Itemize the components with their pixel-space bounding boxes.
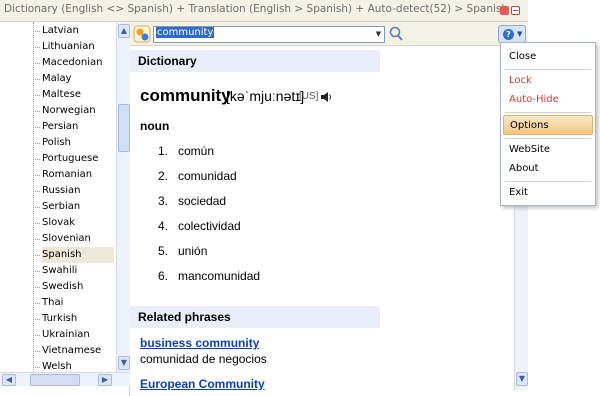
- language-item[interactable]: Macedonian: [33, 55, 114, 71]
- language-item[interactable]: Swahili: [33, 263, 114, 279]
- menu-separator: [505, 69, 591, 70]
- sense-number: 2.: [157, 169, 168, 183]
- sense-translation: colectividad: [178, 219, 241, 233]
- menu-item-website[interactable]: WebSite: [503, 140, 593, 160]
- search-history-dropdown-icon[interactable]: ▼: [373, 26, 385, 43]
- sense-translation: sociedad: [178, 194, 227, 208]
- language-item[interactable]: Lithuanian: [33, 39, 114, 55]
- menu-item-lock[interactable]: Lock: [503, 71, 593, 91]
- scroll-right-icon[interactable]: ▶: [98, 374, 112, 386]
- scroll-thumb[interactable]: [30, 374, 80, 386]
- related-phrase-link[interactable]: European Community: [140, 377, 265, 390]
- minimize-icon[interactable]: [511, 6, 520, 15]
- language-item[interactable]: Latvian: [33, 23, 114, 39]
- menu-item-about[interactable]: About: [503, 159, 593, 179]
- language-item[interactable]: Portuguese: [33, 151, 114, 167]
- main-menu: Close Lock Auto-Hide Options WebSite Abo…: [500, 42, 596, 206]
- sense-number: 5.: [157, 244, 168, 258]
- menu-separator: [505, 181, 591, 182]
- headword: community: [140, 86, 231, 105]
- help-icon: ?: [503, 29, 514, 40]
- search-input-value: community: [156, 27, 215, 38]
- help-menu-button[interactable]: ? ▼: [498, 25, 526, 43]
- language-item[interactable]: Thai: [33, 295, 114, 311]
- language-pane: Latvian Lithuanian Macedonian Malay Malt…: [0, 22, 130, 396]
- sense-translation: común: [178, 144, 215, 158]
- sense-number: 4.: [157, 219, 168, 233]
- scroll-up-icon[interactable]: ▲: [118, 24, 130, 38]
- language-item[interactable]: Persian: [33, 119, 114, 135]
- language-item[interactable]: Serbian: [33, 199, 114, 215]
- related-phrases-header: Related phrases: [130, 306, 380, 328]
- sense-translation: mancomunidad: [178, 269, 261, 283]
- scroll-left-icon[interactable]: ◀: [2, 374, 16, 386]
- part-of-speech: noun: [140, 119, 170, 133]
- lock-window-icon[interactable]: [500, 6, 509, 15]
- menu-item-options[interactable]: Options: [503, 115, 593, 135]
- chevron-down-icon: ▼: [517, 30, 523, 38]
- language-item-selected[interactable]: Spanish: [33, 247, 114, 263]
- sense-number: 3.: [157, 194, 168, 208]
- related-phrase-link[interactable]: business community: [140, 336, 259, 350]
- search-bar: community ▼ ? ▼: [130, 22, 528, 46]
- menu-item-close[interactable]: Close: [503, 47, 593, 67]
- language-item[interactable]: Welsh: [33, 359, 114, 372]
- sense-translation: comunidad: [178, 169, 237, 183]
- language-item[interactable]: Ukrainian: [33, 327, 114, 343]
- title-bar: Dictionary (English <> Spanish) + Transl…: [0, 0, 528, 22]
- search-input[interactable]: community: [153, 26, 383, 43]
- menu-separator: [505, 112, 591, 113]
- search-icon[interactable]: [387, 25, 405, 43]
- language-list-vertical-scrollbar[interactable]: ▲ ▼: [116, 22, 130, 372]
- dictionary-content: Dictionary community [kəˈmjuːnətɪ] [US] …: [130, 46, 514, 390]
- language-item[interactable]: Polish: [33, 135, 114, 151]
- language-list[interactable]: Latvian Lithuanian Macedonian Malay Malt…: [0, 22, 116, 372]
- menu-item-auto-hide[interactable]: Auto-Hide: [503, 90, 593, 110]
- language-list-horizontal-scrollbar[interactable]: ◀ ▶: [0, 372, 130, 386]
- pronunciation-region: [US]: [299, 91, 319, 102]
- language-item[interactable]: Romanian: [33, 167, 114, 183]
- language-item[interactable]: Maltese: [33, 87, 114, 103]
- dictionary-section-header: Dictionary: [130, 50, 380, 72]
- scroll-down-icon[interactable]: ▼: [516, 372, 528, 386]
- language-item[interactable]: Norwegian: [33, 103, 114, 119]
- language-item[interactable]: Slovak: [33, 215, 114, 231]
- sense-number: 6.: [157, 269, 168, 283]
- related-phrase-translation: comunidad de negocios: [140, 352, 267, 366]
- pronunciation: [kəˈmjuːnətɪ]: [226, 88, 305, 104]
- language-item[interactable]: Turkish: [33, 311, 114, 327]
- sense-number: 1.: [157, 144, 168, 158]
- language-item[interactable]: Russian: [33, 183, 114, 199]
- scroll-thumb[interactable]: [118, 104, 130, 152]
- app-logo-icon: [133, 25, 151, 43]
- language-item[interactable]: Slovenian: [33, 231, 114, 247]
- sense-translation: unión: [178, 244, 208, 258]
- language-item[interactable]: Malay: [33, 71, 114, 87]
- language-item[interactable]: Vietnamese: [33, 343, 114, 359]
- speaker-icon[interactable]: [320, 91, 332, 103]
- menu-item-exit[interactable]: Exit: [503, 183, 593, 203]
- scroll-down-icon[interactable]: ▼: [118, 356, 130, 370]
- menu-separator: [505, 138, 591, 139]
- window-title: Dictionary (English <> Spanish) + Transl…: [4, 3, 509, 15]
- language-item[interactable]: Swedish: [33, 279, 114, 295]
